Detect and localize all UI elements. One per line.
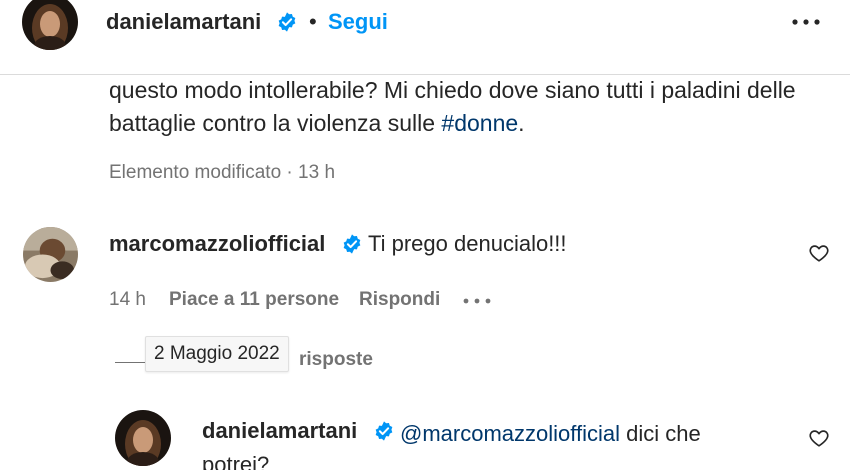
comment-more-icon[interactable] — [462, 296, 492, 306]
caption-text-end: . — [518, 110, 525, 136]
instagram-post-comments: danielamartani • Segui questo modo intol… — [0, 0, 850, 470]
reply-author-avatar[interactable] — [115, 410, 171, 466]
header-separator: • — [309, 9, 317, 34]
commenter-avatar[interactable] — [23, 227, 78, 282]
heart-outline-icon[interactable] — [808, 427, 830, 449]
verified-badge-icon — [341, 233, 363, 255]
commenter-username[interactable]: marcomazzoliofficial — [109, 231, 325, 257]
comment-time: 14 h — [109, 289, 146, 310]
view-replies-button[interactable]: risposte — [299, 349, 373, 371]
caption-meta: Elemento modificato · 13 h — [109, 162, 336, 183]
post-header: danielamartani • Segui — [0, 0, 850, 75]
follow-button[interactable]: Segui — [328, 9, 388, 35]
reply-author-username[interactable]: danielamartani — [202, 418, 357, 444]
replies-divider — [115, 362, 147, 363]
more-horizontal-icon[interactable] — [790, 14, 822, 30]
comment-text: Ti prego denucialo!!! — [368, 231, 567, 256]
mention-link[interactable]: @marcomazzoliofficial — [400, 421, 620, 446]
verified-badge-icon — [276, 11, 298, 33]
reply-button[interactable]: Rispondi — [359, 289, 440, 311]
heart-outline-icon[interactable] — [808, 242, 830, 264]
author-avatar[interactable] — [22, 0, 78, 50]
date-tooltip: 2 Maggio 2022 — [145, 336, 289, 372]
hashtag-link[interactable]: #donne — [441, 110, 518, 136]
verified-badge-icon — [373, 420, 395, 442]
author-username[interactable]: danielamartani — [106, 9, 261, 35]
post-caption: questo modo intollerabile? Mi chiedo dov… — [109, 74, 809, 140]
comment-likes-link[interactable]: Piace a 11 persone — [169, 289, 339, 311]
